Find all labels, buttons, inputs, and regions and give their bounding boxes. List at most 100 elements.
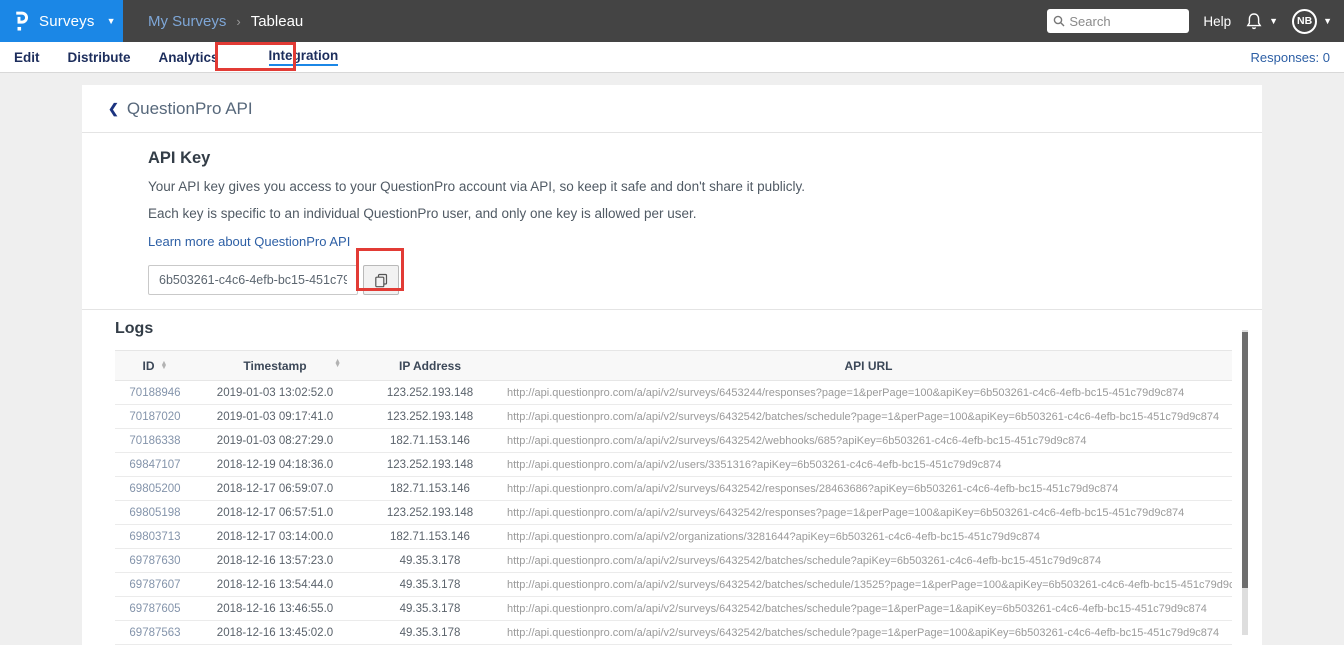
logs-header-row: ID ▲ ▼ Timestamp ▲ ▼ IP Address API URL: [115, 350, 1232, 381]
chevron-down-icon: ▼: [106, 16, 116, 26]
log-timestamp-cell: 2018-12-16 13:46:55.0: [195, 596, 355, 621]
notifications-menu[interactable]: ▼: [1245, 12, 1278, 31]
bell-icon: [1245, 12, 1263, 31]
log-timestamp-cell: 2019-01-03 08:27:29.0: [195, 428, 355, 453]
tab-edit[interactable]: Edit: [14, 50, 40, 65]
log-url-cell: http://api.questionpro.com/a/api/v2/orga…: [505, 524, 1232, 549]
table-row: 69787605 2018-12-16 13:46:55.0 49.35.3.1…: [115, 596, 1232, 621]
top-navbar: Surveys ▼ My Surveys › Tableau Help ▼ NB…: [0, 0, 1344, 42]
log-ip-cell: 49.35.3.178: [355, 548, 505, 573]
responses-count[interactable]: Responses: 0: [1251, 50, 1331, 65]
table-row: 69847107 2018-12-19 04:18:36.0 123.252.1…: [115, 452, 1232, 477]
log-url-cell: http://api.questionpro.com/a/api/v2/surv…: [505, 404, 1232, 429]
log-id-cell[interactable]: 69803713: [115, 524, 195, 549]
table-row: 69787607 2018-12-16 13:54:44.0 49.35.3.1…: [115, 572, 1232, 597]
survey-tab-bar: Edit Distribute Analytics Integration Re…: [0, 42, 1344, 73]
log-ip-cell: 49.35.3.178: [355, 596, 505, 621]
api-key-field[interactable]: [148, 265, 358, 295]
log-id-cell[interactable]: 69787563: [115, 620, 195, 645]
integration-header: ❮ QuestionPro API: [82, 85, 1262, 133]
breadcrumb-separator-icon: ›: [236, 13, 241, 29]
log-url-cell: http://api.questionpro.com/a/api/v2/surv…: [505, 476, 1232, 501]
log-id-cell[interactable]: 70188946: [115, 380, 195, 405]
chevron-down-icon: ▼: [1323, 16, 1332, 26]
log-ip-cell: 123.252.193.148: [355, 500, 505, 525]
table-row: 70188946 2019-01-03 13:02:52.0 123.252.1…: [115, 380, 1232, 405]
logs-table-body: 70188946 2019-01-03 13:02:52.0 123.252.1…: [115, 380, 1232, 645]
questionpro-logo-icon: [14, 11, 29, 32]
log-url-cell: http://api.questionpro.com/a/api/v2/surv…: [505, 620, 1232, 645]
log-id-cell[interactable]: 69787630: [115, 548, 195, 573]
product-menu-label: Surveys: [39, 12, 95, 30]
logs-table: ID ▲ ▼ Timestamp ▲ ▼ IP Address API URL 7018…: [115, 350, 1232, 645]
log-timestamp-cell: 2018-12-16 13:45:02.0: [195, 620, 355, 645]
log-timestamp-cell: 2019-01-03 09:17:41.0: [195, 404, 355, 429]
log-ip-cell: 123.252.193.148: [355, 404, 505, 429]
log-timestamp-cell: 2018-12-16 13:57:23.0: [195, 548, 355, 573]
log-id-cell[interactable]: 69805200: [115, 476, 195, 501]
log-ip-cell: 49.35.3.178: [355, 572, 505, 597]
avatar: NB: [1292, 8, 1318, 34]
log-timestamp-cell: 2019-01-03 13:02:52.0: [195, 380, 355, 405]
log-timestamp-cell: 2018-12-17 06:57:51.0: [195, 500, 355, 525]
column-header-id[interactable]: ID ▲ ▼: [115, 350, 195, 381]
log-ip-cell: 123.252.193.148: [355, 452, 505, 477]
table-row: 69805200 2018-12-17 06:59:07.0 182.71.15…: [115, 476, 1232, 501]
log-timestamp-cell: 2018-12-17 03:14:00.0: [195, 524, 355, 549]
search-box[interactable]: [1047, 9, 1190, 33]
log-timestamp-cell: 2018-12-19 04:18:36.0: [195, 452, 355, 477]
column-header-timestamp[interactable]: Timestamp ▲ ▼: [195, 350, 355, 381]
tab-integration[interactable]: Integration: [268, 48, 339, 66]
log-id-cell[interactable]: 70186338: [115, 428, 195, 453]
log-id-cell[interactable]: 69805198: [115, 500, 195, 525]
log-url-cell: http://api.questionpro.com/a/api/v2/surv…: [505, 380, 1232, 405]
log-id-cell[interactable]: 69847107: [115, 452, 195, 477]
tab-analytics[interactable]: Analytics: [159, 50, 219, 65]
sort-icon[interactable]: ▲ ▼: [161, 360, 168, 371]
table-row: 69805198 2018-12-17 06:57:51.0 123.252.1…: [115, 500, 1232, 525]
log-id-cell[interactable]: 70187020: [115, 404, 195, 429]
breadcrumb-current-survey: Tableau: [250, 12, 304, 30]
api-key-section: API Key Your API key gives you access to…: [82, 133, 1262, 295]
column-header-api-url: API URL: [505, 350, 1232, 381]
table-row: 70186338 2019-01-03 08:27:29.0 182.71.15…: [115, 428, 1232, 453]
tab-distribute[interactable]: Distribute: [68, 50, 131, 65]
product-switcher[interactable]: Surveys ▼: [0, 0, 123, 42]
column-header-ip-address: IP Address: [355, 350, 505, 381]
account-menu[interactable]: NB ▼: [1292, 8, 1332, 34]
table-row: 69803713 2018-12-17 03:14:00.0 182.71.15…: [115, 524, 1232, 549]
log-id-cell[interactable]: 69787607: [115, 572, 195, 597]
log-ip-cell: 182.71.153.146: [355, 476, 505, 501]
log-timestamp-cell: 2018-12-16 13:54:44.0: [195, 572, 355, 597]
integration-content-card: ❮ QuestionPro API API Key Your API key g…: [82, 85, 1262, 645]
help-link[interactable]: Help: [1203, 14, 1231, 29]
api-key-description-1: Your API key gives you access to your Qu…: [148, 179, 805, 194]
log-url-cell: http://api.questionpro.com/a/api/v2/surv…: [505, 428, 1232, 453]
sort-icon[interactable]: ▲ ▼: [334, 358, 341, 369]
copy-icon: [374, 273, 389, 288]
learn-more-link[interactable]: Learn more about QuestionPro API: [148, 234, 350, 249]
api-key-description-2: Each key is specific to an individual Qu…: [148, 206, 697, 221]
search-icon: [1053, 15, 1065, 27]
table-row: 69787563 2018-12-16 13:45:02.0 49.35.3.1…: [115, 620, 1232, 645]
logs-title: Logs: [115, 320, 154, 337]
copy-api-key-button[interactable]: [363, 265, 399, 295]
log-ip-cell: 49.35.3.178: [355, 620, 505, 645]
log-ip-cell: 182.71.153.146: [355, 428, 505, 453]
table-row: 69787630 2018-12-16 13:57:23.0 49.35.3.1…: [115, 548, 1232, 573]
logs-scrollbar-thumb[interactable]: [1242, 332, 1248, 588]
breadcrumb: My Surveys › Tableau: [148, 13, 303, 30]
search-input[interactable]: [1069, 13, 1180, 29]
log-ip-cell: 123.252.193.148: [355, 380, 505, 405]
log-url-cell: http://api.questionpro.com/a/api/v2/user…: [505, 452, 1232, 477]
breadcrumb-my-surveys[interactable]: My Surveys: [148, 13, 226, 30]
log-url-cell: http://api.questionpro.com/a/api/v2/surv…: [505, 548, 1232, 573]
log-ip-cell: 182.71.153.146: [355, 524, 505, 549]
logs-section: Logs ID ▲ ▼ Timestamp ▲ ▼ IP Address API URL…: [82, 310, 1262, 645]
log-url-cell: http://api.questionpro.com/a/api/v2/surv…: [505, 596, 1232, 621]
back-chevron-icon[interactable]: ❮: [108, 101, 119, 117]
log-id-cell[interactable]: 69787605: [115, 596, 195, 621]
logs-scrollbar-track[interactable]: [1242, 330, 1248, 635]
table-row: 70187020 2019-01-03 09:17:41.0 123.252.1…: [115, 404, 1232, 429]
api-key-title: API Key: [148, 149, 211, 167]
